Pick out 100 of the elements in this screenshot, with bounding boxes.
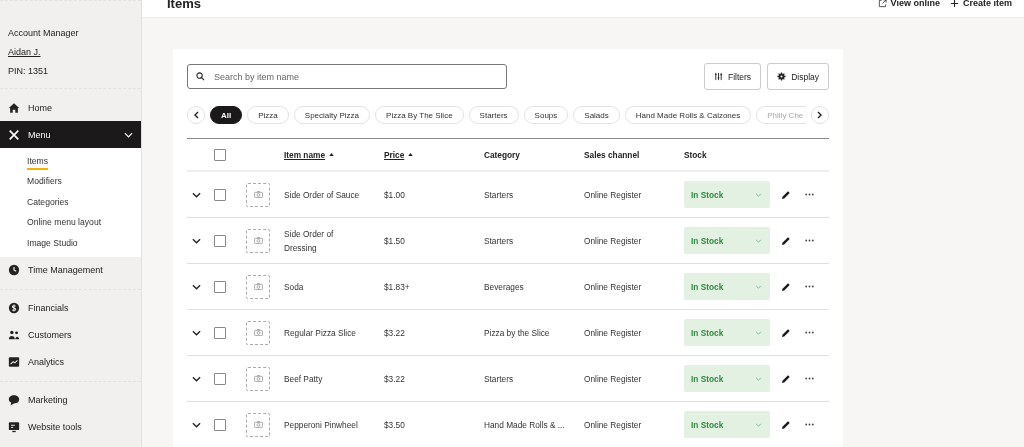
category-chip[interactable]: Soups xyxy=(523,106,569,124)
submenu-item[interactable]: Online menu layout xyxy=(27,216,102,230)
sales-channel: Online Register xyxy=(584,281,642,292)
plus-icon xyxy=(949,0,959,8)
scroll-right-button[interactable] xyxy=(811,106,829,124)
account-role: Account Manager xyxy=(8,28,80,38)
sales-channel: Online Register xyxy=(584,327,642,338)
more-options-icon[interactable] xyxy=(805,423,814,426)
caret-icon xyxy=(755,376,762,381)
category-chip[interactable]: Salads xyxy=(573,106,620,124)
item-price: $3.50 xyxy=(384,419,405,430)
camera-icon xyxy=(253,421,263,428)
monitor-icon xyxy=(8,421,20,434)
camera-icon xyxy=(253,375,263,382)
nav-item[interactable]: Marketing xyxy=(0,386,141,414)
item-category: Beverages xyxy=(484,281,524,292)
category-chip[interactable]: Pizza xyxy=(247,106,289,124)
stock-dropdown[interactable]: In Stock xyxy=(684,365,770,392)
item-category: Hand Made Rolls & ... xyxy=(484,419,565,430)
sort-icon xyxy=(408,153,414,156)
category-chip[interactable]: Pizza By The Slice xyxy=(375,106,464,124)
item-name: Side Order of Dressing xyxy=(284,228,334,253)
chevron-right-icon xyxy=(817,111,823,119)
expand-chevron-icon[interactable] xyxy=(192,329,201,336)
nav-item[interactable]: Website tools xyxy=(0,413,141,441)
camera-icon xyxy=(253,237,263,244)
more-options-icon[interactable] xyxy=(805,331,814,334)
edit-pencil-icon[interactable] xyxy=(781,281,791,292)
row-checkbox[interactable] xyxy=(214,372,226,385)
more-options-icon[interactable] xyxy=(805,285,814,288)
expand-chevron-icon[interactable] xyxy=(192,375,201,382)
nav-item[interactable]: Time Management xyxy=(0,256,141,284)
edit-pencil-icon[interactable] xyxy=(781,189,791,200)
row-checkbox[interactable] xyxy=(214,234,226,247)
nav-item[interactable]: Home xyxy=(0,94,141,121)
caret-icon xyxy=(755,284,762,289)
caret-icon xyxy=(755,330,762,335)
edit-pencil-icon[interactable] xyxy=(781,327,791,338)
item-price: $1.50 xyxy=(384,235,405,246)
scroll-left-button[interactable] xyxy=(187,106,205,124)
category-chip[interactable]: Starters xyxy=(468,106,519,124)
row-checkbox[interactable] xyxy=(214,188,226,201)
account-name-link[interactable]: Aidan J. xyxy=(8,47,141,57)
edit-pencil-icon[interactable] xyxy=(781,419,791,430)
sales-channel: Online Register xyxy=(584,419,642,430)
submenu-item[interactable]: Modifiers xyxy=(27,175,62,189)
item-name: Pepperoni Pinwheel xyxy=(284,419,358,430)
item-name: Soda xyxy=(284,281,304,292)
more-options-icon[interactable] xyxy=(805,377,814,380)
column-header[interactable]: Item name xyxy=(284,149,335,160)
expand-chevron-icon[interactable] xyxy=(192,191,201,198)
more-options-icon[interactable] xyxy=(805,193,814,196)
category-chip[interactable]: Specialty Pizza xyxy=(293,106,371,124)
item-name: Regular Pizza Slice xyxy=(284,327,356,338)
row-checkbox[interactable] xyxy=(214,326,226,339)
item-price: $3.22 xyxy=(384,327,405,338)
category-chip[interactable]: All xyxy=(210,106,243,124)
caret-icon xyxy=(755,238,762,243)
edit-pencil-icon[interactable] xyxy=(781,235,791,246)
stock-dropdown[interactable]: In Stock xyxy=(684,181,770,208)
stock-dropdown[interactable]: In Stock xyxy=(684,227,770,254)
expand-chevron-icon[interactable] xyxy=(192,237,201,244)
expand-chevron-icon[interactable] xyxy=(192,421,201,428)
display-button[interactable]: Display xyxy=(767,63,829,90)
category-chip[interactable]: Hand Made Rolls & Calzones xyxy=(624,106,752,124)
expand-chevron-icon[interactable] xyxy=(192,283,201,290)
item-category: Starters xyxy=(484,189,514,200)
edit-pencil-icon[interactable] xyxy=(781,373,791,384)
sales-channel: Online Register xyxy=(584,235,642,246)
filters-button[interactable]: Filters xyxy=(704,63,762,90)
caret-icon xyxy=(755,192,762,197)
stock-dropdown[interactable]: In Stock xyxy=(684,319,770,346)
search-field[interactable]: Search by item name xyxy=(187,64,507,89)
settings-icon xyxy=(777,72,787,81)
nav-item[interactable]: Menu xyxy=(0,121,141,148)
submenu-item[interactable]: Items xyxy=(27,155,48,170)
row-checkbox[interactable] xyxy=(214,418,226,431)
more-options-icon[interactable] xyxy=(805,239,814,242)
item-name: Beef Patty xyxy=(284,373,323,384)
column-header[interactable]: Price xyxy=(384,149,414,160)
select-all-checkbox[interactable] xyxy=(214,148,226,161)
item-category: Starters xyxy=(484,235,514,246)
view-online-link[interactable]: View online xyxy=(877,0,940,8)
stock-dropdown[interactable]: In Stock xyxy=(684,411,770,438)
clock-icon xyxy=(8,264,20,277)
sales-channel: Online Register xyxy=(584,189,642,200)
submenu-item[interactable]: Categories xyxy=(27,195,69,209)
column-header: Stock xyxy=(684,149,707,160)
stock-dropdown[interactable]: In Stock xyxy=(684,273,770,300)
nav-item[interactable]: Financials xyxy=(0,294,141,322)
item-category: Pizza by the Slice xyxy=(484,327,550,338)
nav-item[interactable]: Analytics xyxy=(0,348,141,376)
create-item-link[interactable]: Create item xyxy=(949,0,1012,8)
sort-icon xyxy=(329,153,335,156)
external-link-icon xyxy=(877,0,887,8)
nav-item[interactable]: Customers xyxy=(0,321,141,349)
row-checkbox[interactable] xyxy=(214,280,226,293)
submenu-item[interactable]: Image Studio xyxy=(27,236,78,250)
chevron-left-icon xyxy=(193,111,199,119)
search-icon xyxy=(196,72,205,81)
